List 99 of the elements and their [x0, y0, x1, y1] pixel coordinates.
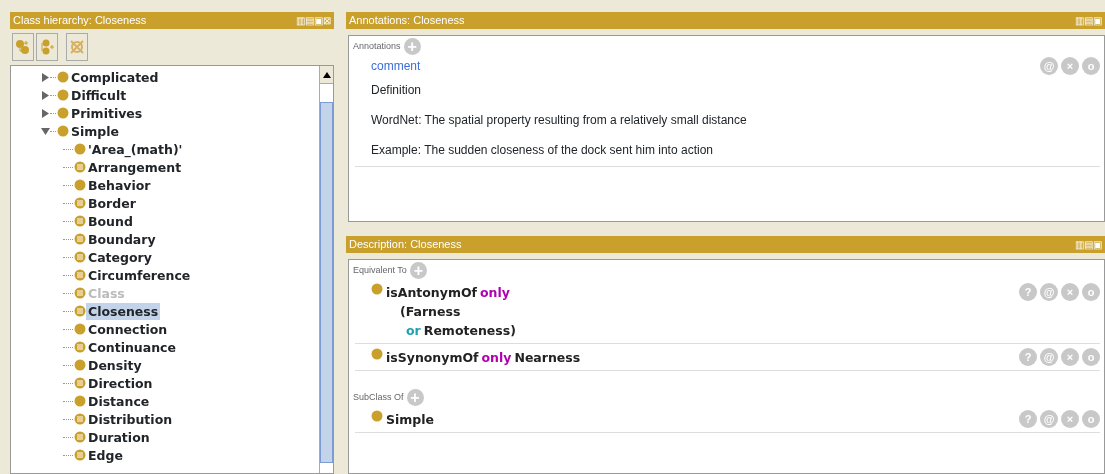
class-icon — [74, 143, 86, 155]
row-action-button[interactable]: @ — [1040, 348, 1058, 366]
annotation-text: Example: The sudden closeness of the dock sent him into action — [371, 142, 714, 159]
defined-class-icon — [74, 377, 86, 389]
panel-title: Annotations: Closeness — [349, 13, 465, 29]
window-control-button[interactable]: ▥ — [296, 15, 305, 26]
defined-class-icon — [74, 287, 86, 299]
window-control-button[interactable]: ▣ — [1093, 239, 1102, 250]
class-icon — [57, 107, 69, 119]
class-icon — [74, 179, 86, 191]
tree-item[interactable]: Category — [86, 248, 154, 266]
defined-class-icon — [74, 233, 86, 245]
defined-class-icon — [74, 413, 86, 425]
tree-item[interactable]: Primitives — [69, 104, 145, 122]
tree-item[interactable]: Arrangement — [86, 158, 184, 176]
expand-arrow-icon[interactable] — [41, 108, 50, 118]
scroll-up-button[interactable] — [320, 66, 333, 84]
add-sibling-icon — [39, 39, 55, 55]
class-icon — [371, 283, 383, 295]
window-control-button[interactable]: ▤ — [305, 15, 314, 26]
window-control-button[interactable]: ▥ — [1075, 239, 1084, 250]
row-action-button[interactable]: @ — [1040, 57, 1058, 75]
tree-item[interactable]: Simple — [69, 122, 122, 140]
section-label: Annotations — [353, 39, 401, 53]
window-control-button[interactable]: ⊠ — [323, 15, 331, 26]
tree-item[interactable]: Bound — [86, 212, 135, 230]
window-control-button[interactable]: ▤ — [1084, 239, 1093, 250]
add-button[interactable]: + — [406, 389, 424, 406]
tree-item[interactable]: Behavior — [86, 176, 153, 194]
class-icon — [371, 348, 383, 360]
tree-item[interactable]: Circumference — [86, 266, 193, 284]
tree-item[interactable]: Density — [86, 356, 144, 374]
defined-class-icon — [74, 449, 86, 461]
annotation-text: Definition — [371, 82, 423, 99]
tree-item[interactable]: Complicated — [69, 68, 161, 86]
add-button[interactable]: + — [409, 262, 427, 279]
expression-token: (Farness — [400, 303, 461, 321]
tree-item[interactable]: Edge — [86, 446, 125, 464]
row-action-button[interactable]: @ — [1040, 283, 1058, 301]
tree-item[interactable]: Border — [86, 194, 138, 212]
tree-item[interactable]: Direction — [86, 374, 155, 392]
tree-item[interactable]: Difficult — [69, 86, 129, 104]
row-action-button[interactable]: × — [1061, 57, 1079, 75]
window-control-button[interactable]: ▥ — [1075, 15, 1084, 26]
defined-class-icon — [74, 161, 86, 173]
defined-class-icon — [74, 341, 86, 353]
collapse-arrow-icon[interactable] — [41, 126, 50, 136]
window-control-button[interactable]: ▤ — [1084, 15, 1093, 26]
row-action-button[interactable]: ? — [1019, 348, 1037, 366]
class-icon — [57, 89, 69, 101]
tree-item[interactable]: 'Area_(math)' — [86, 140, 185, 158]
panel-title: Description: Closeness — [349, 237, 462, 253]
expression-token: only — [480, 284, 510, 302]
row-action-button[interactable]: × — [1061, 283, 1079, 301]
row-action-button[interactable]: ? — [1019, 283, 1037, 301]
add-button[interactable]: + — [403, 38, 421, 55]
class-icon — [74, 323, 86, 335]
expression-token: Remoteness) — [423, 322, 516, 340]
expression-token: only — [481, 349, 512, 367]
defined-class-icon — [74, 197, 86, 209]
section-label: SubClass Of — [353, 390, 404, 404]
defined-class-icon — [74, 269, 86, 281]
class-icon — [371, 410, 383, 422]
tree-item[interactable]: Continuance — [86, 338, 178, 356]
window-control-button[interactable]: ▣ — [314, 15, 323, 26]
section-label: Equivalent To — [353, 263, 407, 277]
class-icon — [57, 71, 69, 83]
row-action-button[interactable]: @ — [1040, 410, 1058, 428]
tree-item[interactable]: Distribution — [86, 410, 175, 428]
expand-arrow-icon[interactable] — [41, 90, 50, 100]
defined-class-icon — [74, 215, 86, 227]
tree-item[interactable]: Connection — [86, 320, 170, 338]
class-icon — [74, 359, 86, 371]
expression-token: isSynonymOf — [386, 349, 479, 367]
expand-arrow-icon[interactable] — [41, 72, 50, 82]
annotation-text: WordNet: The spatial property resulting from a relatively small distance — [371, 112, 747, 129]
up-arrow-icon — [322, 71, 331, 78]
expression-token: Nearness — [514, 349, 581, 367]
scrollbar-thumb[interactable] — [320, 102, 333, 463]
row-action-button[interactable]: ? — [1019, 410, 1037, 428]
class-icon — [74, 395, 86, 407]
add-subclass-icon — [15, 39, 31, 55]
row-action-button[interactable]: × — [1061, 348, 1079, 366]
expression-token: isAntonymOf — [386, 284, 477, 302]
expression-token: or — [406, 322, 421, 340]
defined-class-icon — [74, 431, 86, 443]
tree-item[interactable]: Distance — [86, 392, 152, 410]
defined-class-icon — [74, 305, 86, 317]
tree-item[interactable]: Boundary — [86, 230, 158, 248]
row-action-button[interactable]: × — [1061, 410, 1079, 428]
annotation-property[interactable]: comment — [371, 57, 747, 75]
defined-class-icon — [74, 251, 86, 263]
tree-item[interactable]: Duration — [86, 428, 152, 446]
delete-class-icon — [69, 39, 85, 55]
panel-title: Class hierarchy: Closeness — [13, 13, 147, 29]
window-control-button[interactable]: ▣ — [1093, 15, 1102, 26]
class-icon — [57, 125, 69, 137]
expression-token: Simple — [386, 411, 435, 429]
tree-item[interactable]: Closeness — [86, 302, 161, 320]
